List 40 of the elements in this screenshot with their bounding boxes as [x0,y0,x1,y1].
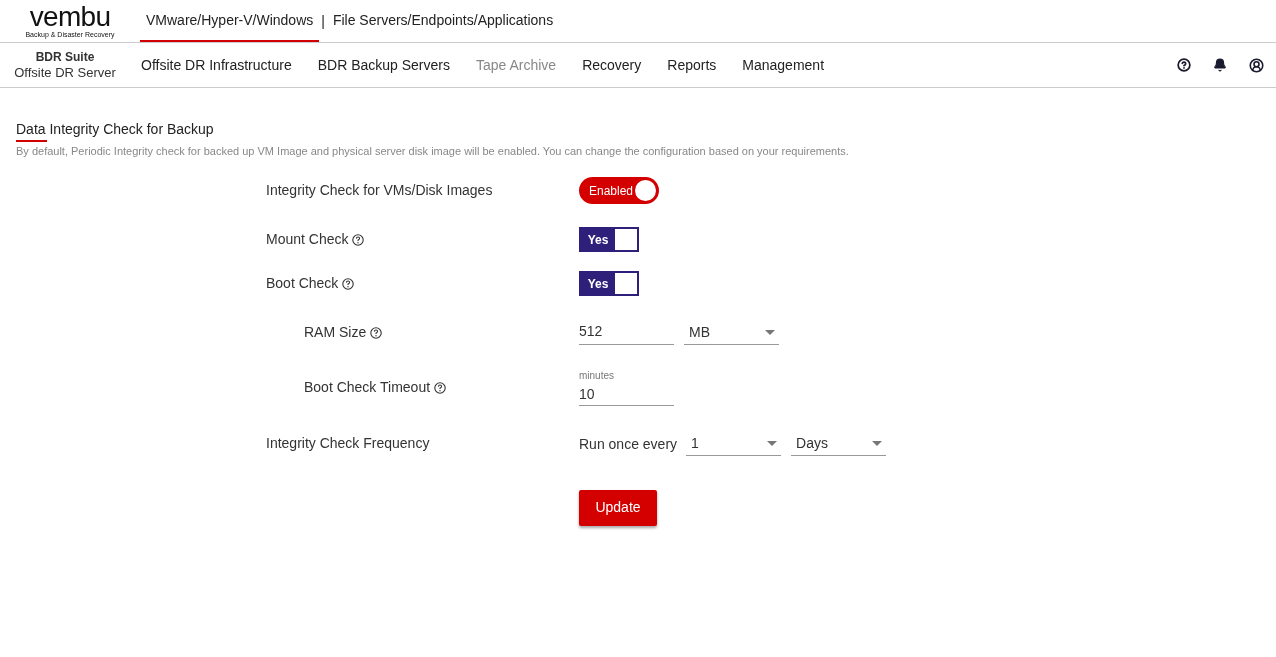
setting-label: RAM Size [304,323,367,342]
server-name: Offsite DR Server [14,65,116,81]
input-field[interactable]: 512 [579,320,674,345]
update-button[interactable]: Update [579,489,657,526]
select-field[interactable]: Days [791,431,887,456]
nav-item[interactable]: BDR Backup Servers [317,54,450,76]
setting-label: Integrity Check Frequency [266,434,430,453]
nav-item[interactable]: Recovery [582,54,642,76]
yes-no-toggle[interactable]: Yes [579,271,639,296]
field-caption: minutes [579,369,615,382]
help-icon[interactable] [352,233,365,246]
select-field[interactable]: 1 [686,431,782,456]
nav-item[interactable]: Management [742,54,825,76]
setting-label: Mount Check [266,230,349,249]
setting-label: Boot Check Timeout [304,378,431,397]
frequency-prefix: Run once every [579,434,678,454]
nav-item[interactable]: Offsite DR Infrastructure [141,54,292,76]
setting-label: Integrity Check for VMs/Disk Images [266,181,493,200]
caret-icon [765,329,775,335]
help-icon[interactable] [370,326,383,339]
page-title: Data Integrity Check for Backup [16,120,214,138]
tab-separator: | [320,11,326,31]
setting-label: Boot Check [266,274,339,293]
yes-no-toggle[interactable]: Yes [579,227,639,252]
logo-wordmark: vembu [29,3,111,30]
user-icon[interactable] [1249,57,1264,73]
toggle-switch[interactable]: Enabled [579,177,659,204]
help-icon[interactable] [1177,58,1191,72]
nav-item[interactable]: Reports [667,54,717,76]
product-tab[interactable]: File Servers/Endpoints/Applications [326,0,560,42]
select-field[interactable]: MB [684,320,779,345]
notification-icon[interactable] [1213,58,1227,72]
help-icon[interactable] [434,381,447,394]
page-description: By default, Periodic Integrity check for backed up VM Image and physical server disk image will be enabled. You can change the configuration based on your requirements. [16,144,850,159]
input-field[interactable]: 10 [579,381,674,406]
caret-icon [872,440,883,446]
help-icon[interactable] [342,277,355,290]
product-tab[interactable]: VMware/Hyper-V/Windows [140,0,320,42]
caret-icon [767,440,778,446]
suite-name: BDR Suite [35,49,95,65]
